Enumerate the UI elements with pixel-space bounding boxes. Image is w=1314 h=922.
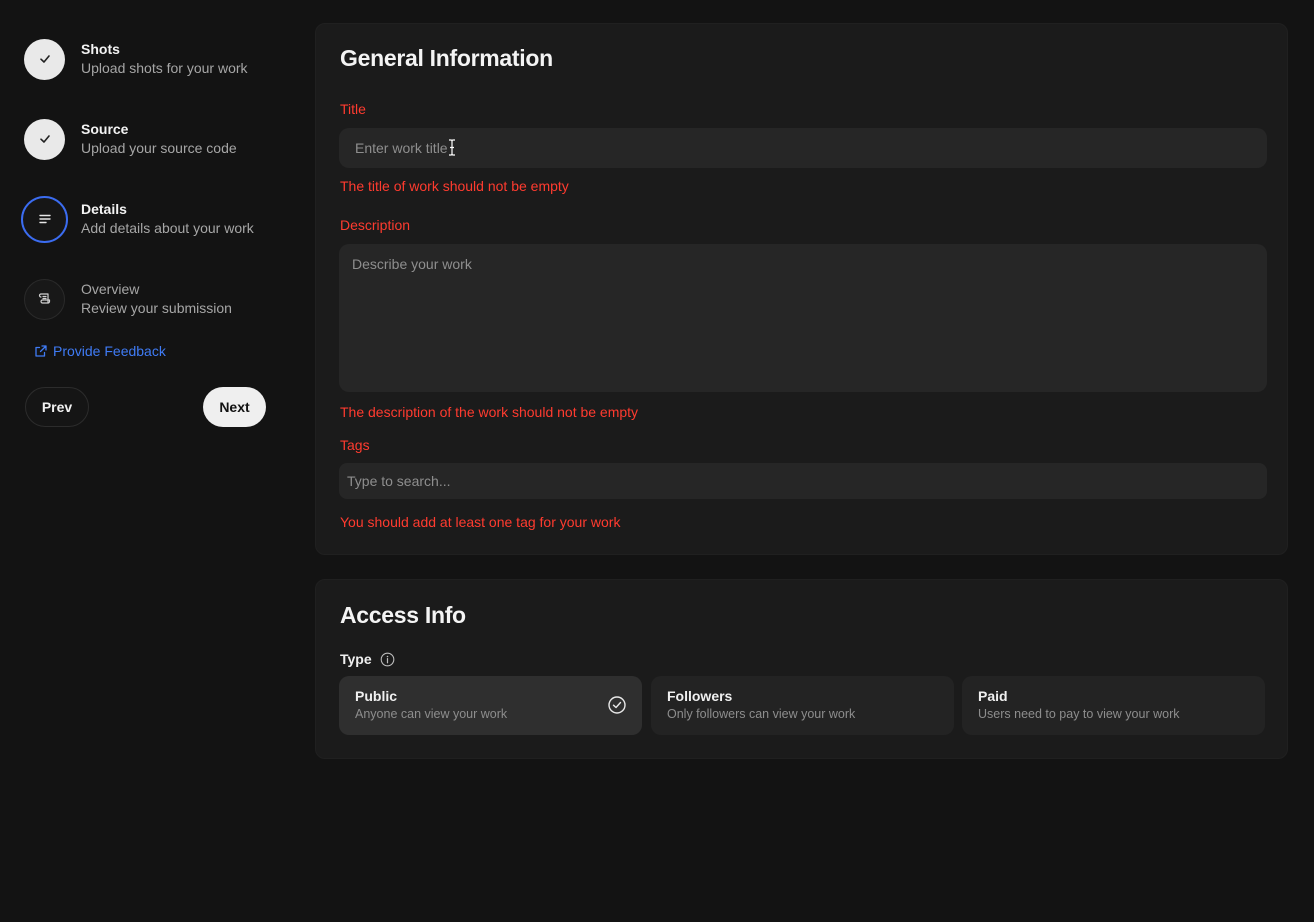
type-label: Type <box>340 651 372 667</box>
option-title: Paid <box>978 688 1008 704</box>
general-information-card: General Information Title Enter work tit… <box>315 23 1288 555</box>
description-textarea[interactable]: Describe your work <box>339 244 1267 392</box>
step-status-done <box>24 118 65 160</box>
step-title: Source <box>81 121 129 137</box>
step-subtitle: Add details about your work <box>81 220 254 236</box>
step-title: Details <box>81 201 127 217</box>
option-subtitle: Anyone can view your work <box>355 707 508 721</box>
option-title: Followers <box>667 688 733 704</box>
title-label: Title <box>340 101 366 117</box>
step-subtitle: Upload shots for your work <box>81 60 248 76</box>
scroll-icon <box>38 293 50 304</box>
info-icon[interactable] <box>380 652 395 667</box>
access-option-followers[interactable]: Followers Only followers can view your w… <box>651 676 954 735</box>
title-error: The title of work should not be empty <box>340 178 569 194</box>
check-icon <box>39 55 50 63</box>
tags-search-input[interactable]: Type to search... <box>339 463 1267 499</box>
text-lines-icon <box>38 214 51 224</box>
section-heading: General Information <box>340 45 553 71</box>
check-circle-icon <box>608 696 626 714</box>
step-shots[interactable]: Shots Upload shots for your work <box>24 37 294 81</box>
tags-label: Tags <box>340 437 370 453</box>
step-title: Overview <box>81 281 140 297</box>
type-row: Type <box>340 651 395 667</box>
feedback-label: Provide Feedback <box>53 343 166 359</box>
step-subtitle: Review your submission <box>81 300 232 316</box>
description-placeholder: Describe your work <box>352 256 472 272</box>
step-subtitle: Upload your source code <box>81 140 237 156</box>
section-heading: Access Info <box>340 602 466 628</box>
title-input[interactable]: Enter work title <box>339 128 1267 168</box>
step-status-pending <box>24 278 65 320</box>
access-option-paid[interactable]: Paid Users need to pay to view your work <box>962 676 1265 735</box>
tags-error: You should add at least one tag for your… <box>340 514 621 530</box>
tags-placeholder: Type to search... <box>347 473 451 489</box>
step-title: Shots <box>81 41 120 57</box>
check-icon <box>39 135 50 143</box>
prev-button[interactable]: Prev <box>25 387 89 427</box>
step-status-done <box>24 38 65 80</box>
option-subtitle: Users need to pay to view your work <box>978 707 1180 721</box>
external-link-icon <box>35 345 47 357</box>
provide-feedback-link[interactable]: Provide Feedback <box>34 343 166 359</box>
next-button[interactable]: Next <box>203 387 266 427</box>
access-option-public[interactable]: Public Anyone can view your work <box>339 676 642 735</box>
title-placeholder: Enter work title <box>355 140 448 156</box>
option-subtitle: Only followers can view your work <box>667 707 856 721</box>
text-cursor-icon <box>449 139 455 156</box>
step-details[interactable]: Details Add details about your work <box>21 195 294 243</box>
stepper-sidebar: Shots Upload shots for your work Source … <box>0 0 300 922</box>
step-status-active <box>21 195 68 243</box>
description-error: The description of the work should not b… <box>340 404 639 420</box>
description-label: Description <box>340 217 411 233</box>
step-source[interactable]: Source Upload your source code <box>24 117 294 161</box>
option-title: Public <box>355 688 398 704</box>
access-info-card: Access Info Type Public Anyone can view … <box>315 579 1288 759</box>
step-overview[interactable]: Overview Review your submission <box>24 277 294 321</box>
